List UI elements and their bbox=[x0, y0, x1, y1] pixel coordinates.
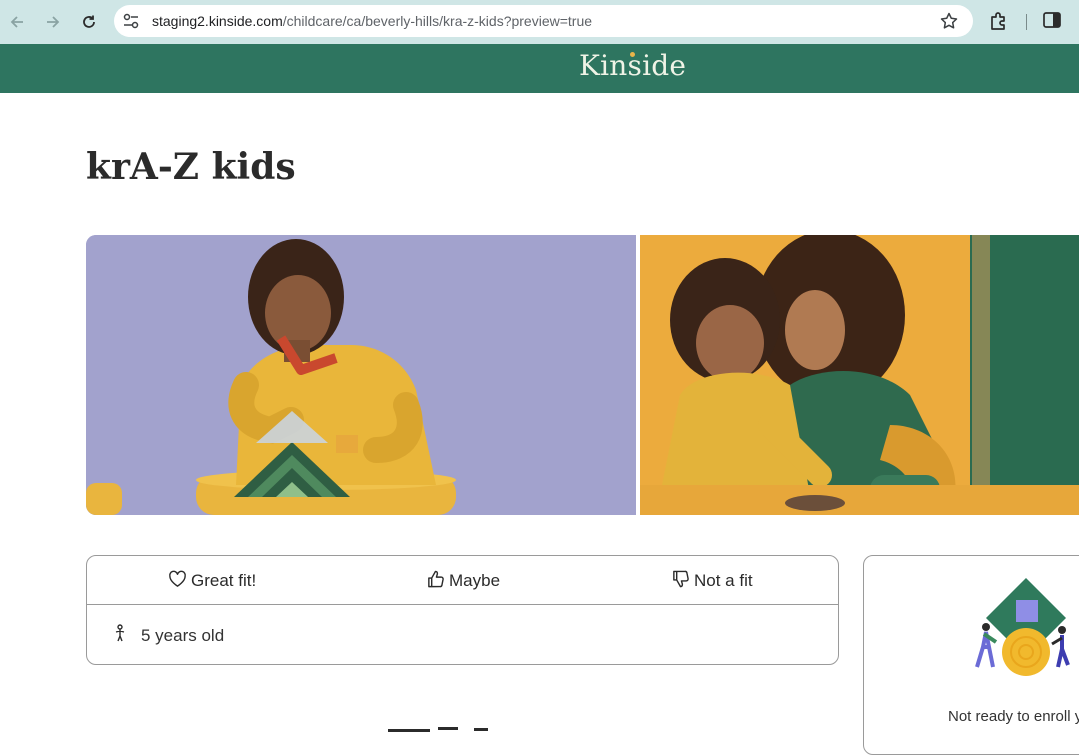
maybe-label: Maybe bbox=[449, 571, 501, 590]
logo-dot bbox=[630, 52, 635, 57]
reload-icon[interactable] bbox=[77, 10, 101, 34]
kinside-logo[interactable]: Kinside bbox=[579, 49, 686, 82]
address-bar[interactable]: staging2.kinside.com/childcare/ca/beverl… bbox=[114, 5, 973, 37]
section-heading-partial bbox=[388, 716, 508, 736]
browser-toolbar: staging2.kinside.com/childcare/ca/beverl… bbox=[0, 0, 1079, 44]
url-text[interactable]: staging2.kinside.com/childcare/ca/beverl… bbox=[152, 13, 592, 29]
back-arrow-icon[interactable] bbox=[5, 10, 29, 34]
extensions-icon[interactable] bbox=[988, 10, 1010, 37]
great-fit-label: Great fit! bbox=[191, 571, 257, 590]
forward-arrow-icon[interactable] bbox=[41, 10, 65, 34]
age-info-row: 5 years old bbox=[113, 624, 224, 647]
fit-rating-card: Great fit! Maybe Not a fit 5 years old bbox=[86, 555, 839, 665]
page-title: krA-Z kids bbox=[86, 146, 296, 188]
site-header: Kinside bbox=[0, 44, 1079, 93]
heart-icon bbox=[168, 570, 187, 593]
url-path: /childcare/ca/beverly-hills/kra-z-kids?p… bbox=[282, 13, 593, 29]
enroll-prompt-text: Not ready to enroll y bbox=[948, 708, 1079, 725]
toolbar-divider bbox=[1026, 14, 1027, 30]
maybe-button[interactable]: Maybe bbox=[426, 568, 500, 594]
age-label: 5 years old bbox=[141, 625, 225, 645]
side-panel-icon[interactable] bbox=[1042, 10, 1062, 35]
gallery-photo-child-blocks[interactable] bbox=[86, 235, 636, 515]
thumbs-up-icon bbox=[426, 570, 445, 593]
not-a-fit-label: Not a fit bbox=[694, 571, 753, 590]
star-icon[interactable] bbox=[939, 11, 959, 36]
enroll-card: Not ready to enroll y bbox=[863, 555, 1079, 755]
not-a-fit-button[interactable]: Not a fit bbox=[671, 568, 753, 594]
thumbs-down-icon bbox=[671, 570, 690, 593]
fit-rating-row: Great fit! Maybe Not a fit bbox=[87, 556, 838, 605]
url-host: staging2.kinside.com bbox=[152, 13, 283, 29]
child-icon bbox=[113, 624, 127, 647]
great-fit-button[interactable]: Great fit! bbox=[168, 568, 256, 594]
gallery-photo-two-children[interactable] bbox=[640, 235, 1079, 515]
site-settings-icon[interactable] bbox=[122, 12, 140, 35]
enroll-illustration bbox=[975, 578, 1070, 676]
